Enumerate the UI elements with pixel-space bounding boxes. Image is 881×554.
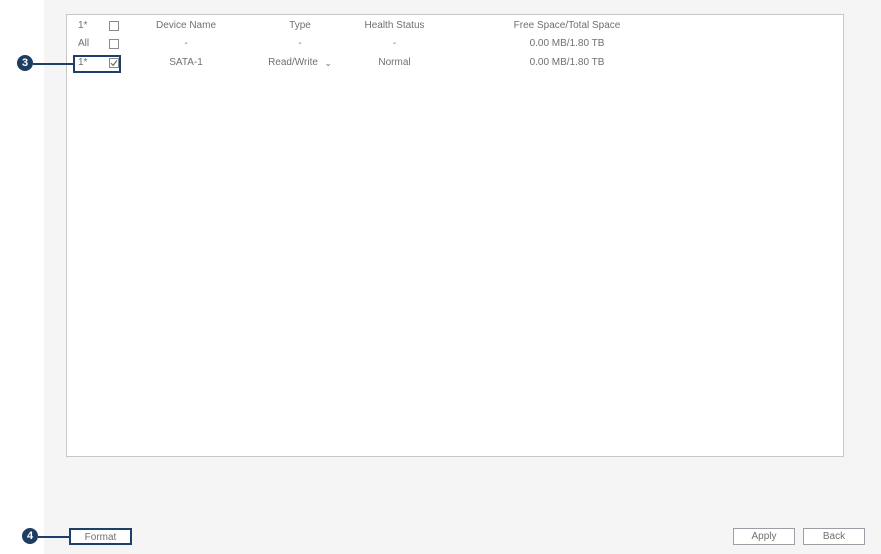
table-row[interactable]: 1* SATA-1 Read/Write ⌄ Normal 0.00 MB/1.… bbox=[67, 55, 843, 71]
storage-device-window: 1* Device Name Type Health Status Free S… bbox=[0, 0, 881, 554]
header-space: Free Space/Total Space bbox=[513, 20, 621, 31]
table-row-all: All - - - 0.00 MB/1.80 TB bbox=[67, 36, 843, 52]
row-all-type: - bbox=[298, 38, 302, 49]
select-all-checkbox[interactable] bbox=[109, 21, 119, 31]
format-button[interactable]: Format bbox=[69, 528, 132, 545]
row-type-select-cell[interactable]: Read/Write ⌄ bbox=[247, 55, 353, 71]
row-health-status: Normal bbox=[378, 57, 411, 68]
row-all-checkbox-cell[interactable] bbox=[105, 36, 119, 52]
header-type: Type bbox=[289, 20, 311, 31]
type-select[interactable]: Read/Write ⌄ bbox=[268, 55, 332, 71]
callout-4-badge: 4 bbox=[22, 528, 38, 544]
row-all-health-status: - bbox=[392, 38, 397, 49]
row-space: 0.00 MB/1.80 TB bbox=[529, 57, 605, 68]
row-all-checkbox[interactable] bbox=[109, 39, 119, 49]
header-number: 1* bbox=[78, 20, 88, 31]
table-header-row: 1* Device Name Type Health Status Free S… bbox=[67, 18, 843, 34]
row-all-space: 0.00 MB/1.80 TB bbox=[529, 38, 605, 49]
row-all-device-name: - bbox=[184, 38, 188, 49]
callout-4-connector bbox=[38, 536, 69, 538]
header-select-all-checkbox-cell[interactable] bbox=[105, 18, 119, 34]
callout-3-connector bbox=[33, 63, 73, 65]
row-device-name: SATA-1 bbox=[169, 57, 203, 68]
header-health-status: Health Status bbox=[364, 20, 425, 31]
row-all-label: All bbox=[78, 38, 90, 49]
type-select-value: Read/Write bbox=[268, 57, 318, 68]
chevron-down-icon: ⌄ bbox=[324, 58, 332, 68]
back-button[interactable]: Back bbox=[803, 528, 865, 545]
callout-3-badge: 3 bbox=[17, 55, 33, 71]
apply-button[interactable]: Apply bbox=[733, 528, 795, 545]
callout-3-highlight-box bbox=[73, 55, 121, 73]
header-device-name: Device Name bbox=[155, 20, 217, 31]
device-table: 1* Device Name Type Health Status Free S… bbox=[66, 14, 844, 457]
